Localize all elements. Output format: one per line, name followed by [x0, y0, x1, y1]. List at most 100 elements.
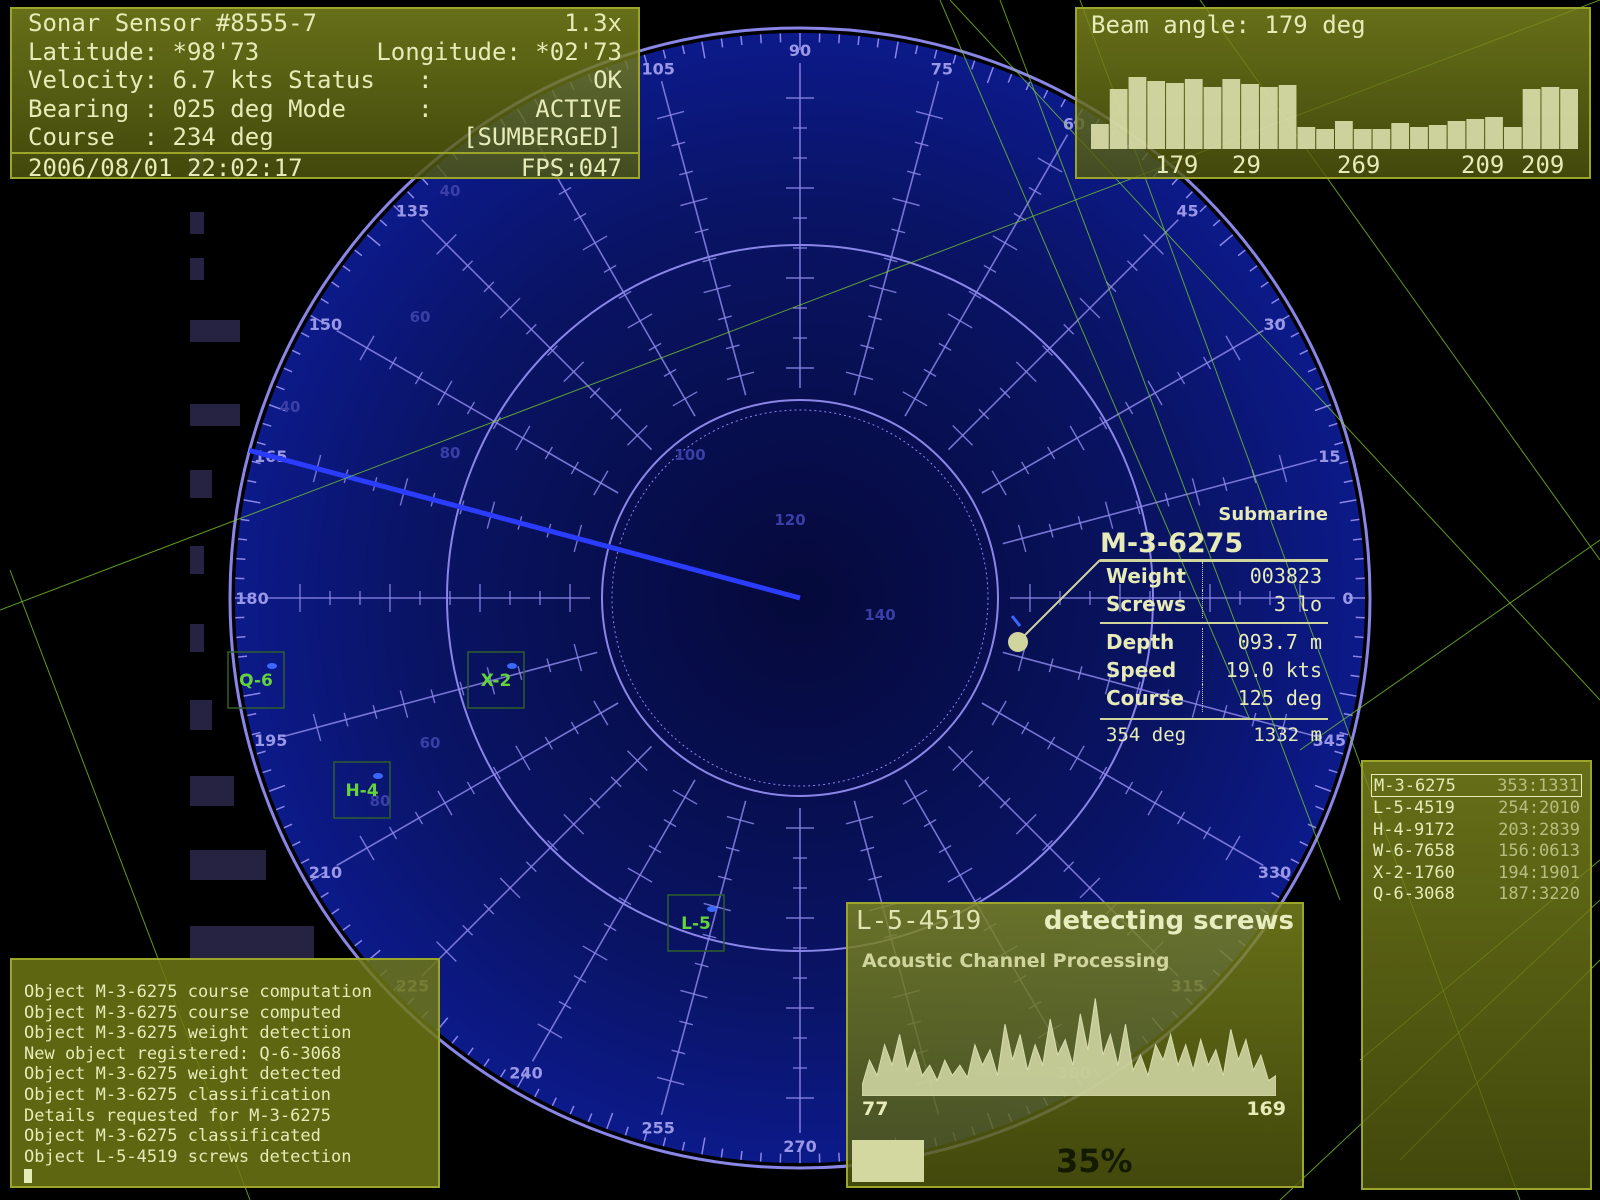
- left-indicator-bar: [190, 624, 204, 652]
- beam-bar: [1503, 127, 1522, 149]
- outer-tick: [238, 655, 248, 658]
- zoom-level: 1.3x: [564, 9, 622, 37]
- beam-bar: [1222, 79, 1241, 149]
- depth-label: 120: [774, 511, 805, 529]
- longitude-label: Longitude:: [376, 37, 521, 66]
- beam-bar: [1203, 87, 1222, 149]
- left-indicator-bar: [190, 926, 314, 960]
- log-line: Object M-3-6275 classification: [24, 1084, 332, 1105]
- mode-value: ACTIVE: [535, 94, 622, 123]
- beam-bar: [1391, 123, 1410, 149]
- target-course-row: Course 125 deg: [1100, 684, 1328, 712]
- log-line: New object registered: Q-6-3068: [24, 1043, 342, 1064]
- bearing-label: 210: [309, 863, 342, 882]
- target-speed: 19.0 kts: [1225, 658, 1322, 682]
- beam-bar: [1353, 129, 1372, 149]
- beam-angle-title: Beam angle: 179 deg: [1091, 11, 1366, 39]
- contact-label: H-4: [345, 781, 378, 801]
- outer-tick: [838, 1152, 841, 1162]
- contact-label: X-2: [481, 671, 512, 691]
- left-indicator-bar: [190, 258, 204, 280]
- beam-bar: [1522, 89, 1541, 149]
- velocity-label: Velocity:: [28, 66, 159, 94]
- contact-value: 203:2839: [1498, 819, 1580, 840]
- outer-tick: [740, 36, 743, 46]
- acoustic-max: 169: [1246, 1098, 1286, 1120]
- beam-bar: [1109, 89, 1128, 149]
- acoustic-object-id: L-5-4519: [856, 906, 982, 936]
- latitude-value: *98'73: [172, 37, 260, 66]
- outer-tick: [740, 1150, 743, 1160]
- depth-label: 140: [864, 606, 895, 624]
- outer-tick: [1352, 538, 1362, 541]
- log-cursor[interactable]: [24, 1169, 32, 1184]
- beam-tick: 209: [1461, 151, 1505, 179]
- sensor-name: Sonar Sensor #8555-7: [28, 9, 317, 37]
- left-indicator-bar: [190, 470, 212, 498]
- contact-label: L-5: [681, 914, 711, 934]
- outer-tick: [759, 34, 762, 44]
- latitude-label: Latitude:: [28, 37, 159, 66]
- beam-bar: [1485, 117, 1503, 149]
- contact-value: 254:2010: [1498, 798, 1580, 819]
- contact-list-item[interactable]: Q-6-3068 187:3220: [1371, 883, 1582, 904]
- outer-tick: [857, 36, 860, 46]
- contact-blip: [507, 663, 517, 669]
- left-indicator-bar: [190, 212, 204, 234]
- bearing-value: 025 deg: [172, 94, 274, 123]
- target-course: 125 deg: [1237, 686, 1322, 710]
- log-line: Details requested for M-3-6275: [24, 1105, 332, 1126]
- beam-bar: [1541, 87, 1560, 149]
- datetime: 2006/08/01 22:02:17: [28, 153, 303, 182]
- log-line: Object M-3-6275 weight detected: [24, 1064, 342, 1085]
- outer-tick: [838, 34, 841, 44]
- target-depth-row: Depth 093.7 m: [1100, 628, 1328, 656]
- bearing-label: 195: [254, 731, 287, 750]
- depth-label: 80: [440, 444, 461, 462]
- beam-bar: [1128, 77, 1147, 149]
- bearing-label: 15: [1318, 447, 1340, 466]
- acoustic-min: 77: [862, 1098, 889, 1120]
- status-panel: Sonar Sensor #8555-7 1.3x Latitude: *98'…: [10, 7, 640, 182]
- beam-histogram: [1091, 77, 1578, 149]
- bearing-label: 240: [509, 1064, 542, 1083]
- left-indicator-bar: [190, 404, 240, 426]
- acoustic-progress-label: 35%: [1056, 1142, 1133, 1180]
- contact-blip: [707, 906, 717, 912]
- contact-list-item[interactable]: X-2-1760 194:1901: [1371, 862, 1582, 883]
- bearing-label: Bearing :: [28, 94, 159, 123]
- depth-label: 60: [420, 734, 441, 752]
- log-line: Object M-3-6275 weight detection: [24, 1023, 352, 1044]
- bearing-label: 330: [1258, 863, 1291, 882]
- fps-counter: FPS:047: [520, 153, 622, 182]
- outer-tick: [1352, 655, 1362, 658]
- target-speed-label: Speed: [1100, 656, 1203, 684]
- outer-tick: [236, 557, 246, 560]
- beam-bar: [1372, 129, 1391, 149]
- event-log: Object M-3-6275 course computation Objec…: [10, 958, 440, 1188]
- contact-value: 353:1331: [1497, 776, 1579, 796]
- beam-bar: [1259, 87, 1278, 149]
- contact-list-item[interactable]: W-6-7658 156:0613: [1371, 840, 1582, 861]
- velocity-value: 6.7 kts: [172, 66, 274, 94]
- contact-id: H-4-9172: [1373, 819, 1455, 840]
- bearing-label: 45: [1176, 202, 1198, 221]
- left-indicator-bar: [190, 850, 266, 880]
- target-course-label: Course: [1100, 684, 1203, 712]
- mode-label: Mode :: [288, 94, 433, 123]
- contact-value: 187:3220: [1498, 883, 1580, 904]
- target-weight: 003823: [1249, 564, 1322, 588]
- contact-list-item[interactable]: H-4-9172 203:2839: [1371, 819, 1582, 840]
- course-value: 234 deg: [172, 123, 274, 151]
- contact-list-item[interactable]: M-3-6275 353:1331: [1371, 774, 1582, 798]
- status-value: OK: [593, 66, 622, 94]
- target-screws-row: Screws 3 lo: [1100, 590, 1328, 618]
- target-weight-row: Weight 003823: [1100, 562, 1328, 590]
- bearing-label: 0: [1342, 589, 1353, 608]
- target-bearing: 354 deg: [1106, 724, 1187, 746]
- target-pointer-dot[interactable]: [1008, 632, 1028, 652]
- beam-angle-panel: Beam angle: 179 deg 179 29 269 209 209: [1075, 7, 1591, 179]
- target-name: M-3-6275: [1100, 528, 1244, 559]
- target-depth-label: Depth: [1100, 628, 1203, 656]
- contact-list-item[interactable]: L-5-4519 254:2010: [1371, 797, 1582, 818]
